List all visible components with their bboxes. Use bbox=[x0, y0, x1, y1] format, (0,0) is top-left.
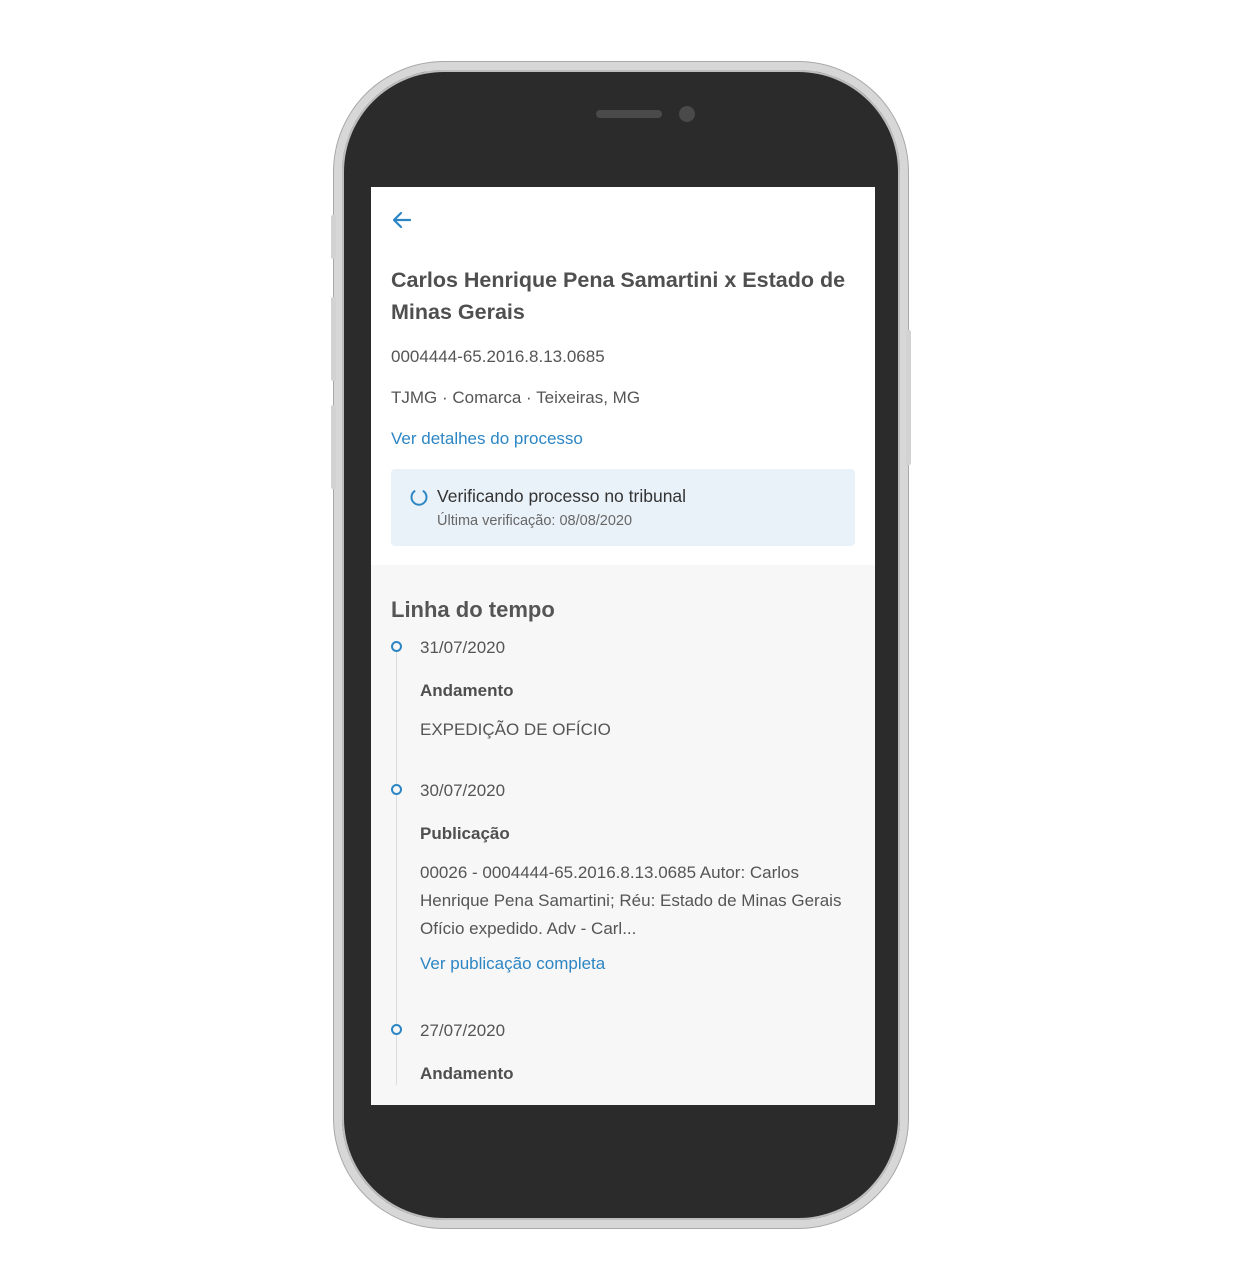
phone-camera bbox=[679, 106, 695, 122]
court-info: TJMG · Comarca · Teixeiras, MG bbox=[391, 388, 641, 407]
timeline-dot-icon bbox=[391, 641, 402, 652]
timeline-item: 27/07/2020 Andamento bbox=[391, 1020, 855, 1085]
timeline-dot-icon bbox=[391, 784, 402, 795]
last-verification-date: Última verificação: 08/08/2020 bbox=[437, 513, 633, 529]
phone-power-button bbox=[906, 330, 911, 465]
spinner-icon bbox=[410, 490, 428, 506]
verification-status-card: Verificando processo no tribunal Última … bbox=[391, 469, 855, 546]
process-details-link[interactable]: Ver detalhes do processo bbox=[391, 428, 583, 450]
timeline-date: 31/07/2020 bbox=[420, 638, 506, 657]
timeline: 31/07/2020 Andamento EXPEDIÇÃO DE OFÍCIO… bbox=[391, 637, 855, 1085]
timeline-section: Linha do tempo 31/07/2020 Andamento EXPE… bbox=[371, 565, 875, 1085]
arrow-left-icon bbox=[392, 211, 412, 229]
phone-volume-down-button bbox=[331, 405, 336, 489]
back-button[interactable] bbox=[389, 207, 415, 233]
process-header: Carlos Henrique Pena Samartini x Estado … bbox=[371, 187, 875, 565]
timeline-type: Andamento bbox=[420, 681, 514, 700]
timeline-item: 31/07/2020 Andamento EXPEDIÇÃO DE OFÍCIO bbox=[391, 637, 855, 780]
timeline-heading: Linha do tempo bbox=[391, 597, 555, 622]
timeline-text: 00026 - 0004444-65.2016.8.13.0685 Autor:… bbox=[420, 863, 842, 938]
process-number: 0004444-65.2016.8.13.0685 bbox=[391, 347, 605, 366]
phone-speaker bbox=[596, 110, 662, 118]
timeline-dot-icon bbox=[391, 1024, 402, 1035]
phone-mute-switch bbox=[331, 215, 336, 259]
timeline-item: 30/07/2020 Publicação 00026 - 0004444-65… bbox=[391, 780, 855, 1020]
verification-title: Verificando processo no tribunal bbox=[437, 486, 687, 506]
timeline-type: Andamento bbox=[420, 1064, 514, 1083]
timeline-date: 27/07/2020 bbox=[420, 1021, 506, 1040]
timeline-date: 30/07/2020 bbox=[420, 781, 506, 800]
timeline-type: Publicação bbox=[420, 824, 510, 843]
timeline-text: EXPEDIÇÃO DE OFÍCIO bbox=[420, 720, 611, 739]
phone-volume-up-button bbox=[331, 297, 336, 381]
app-screen: Carlos Henrique Pena Samartini x Estado … bbox=[371, 187, 875, 1105]
process-title: Carlos Henrique Pena Samartini x Estado … bbox=[391, 268, 846, 324]
full-publication-link[interactable]: Ver publicação completa bbox=[420, 953, 605, 975]
